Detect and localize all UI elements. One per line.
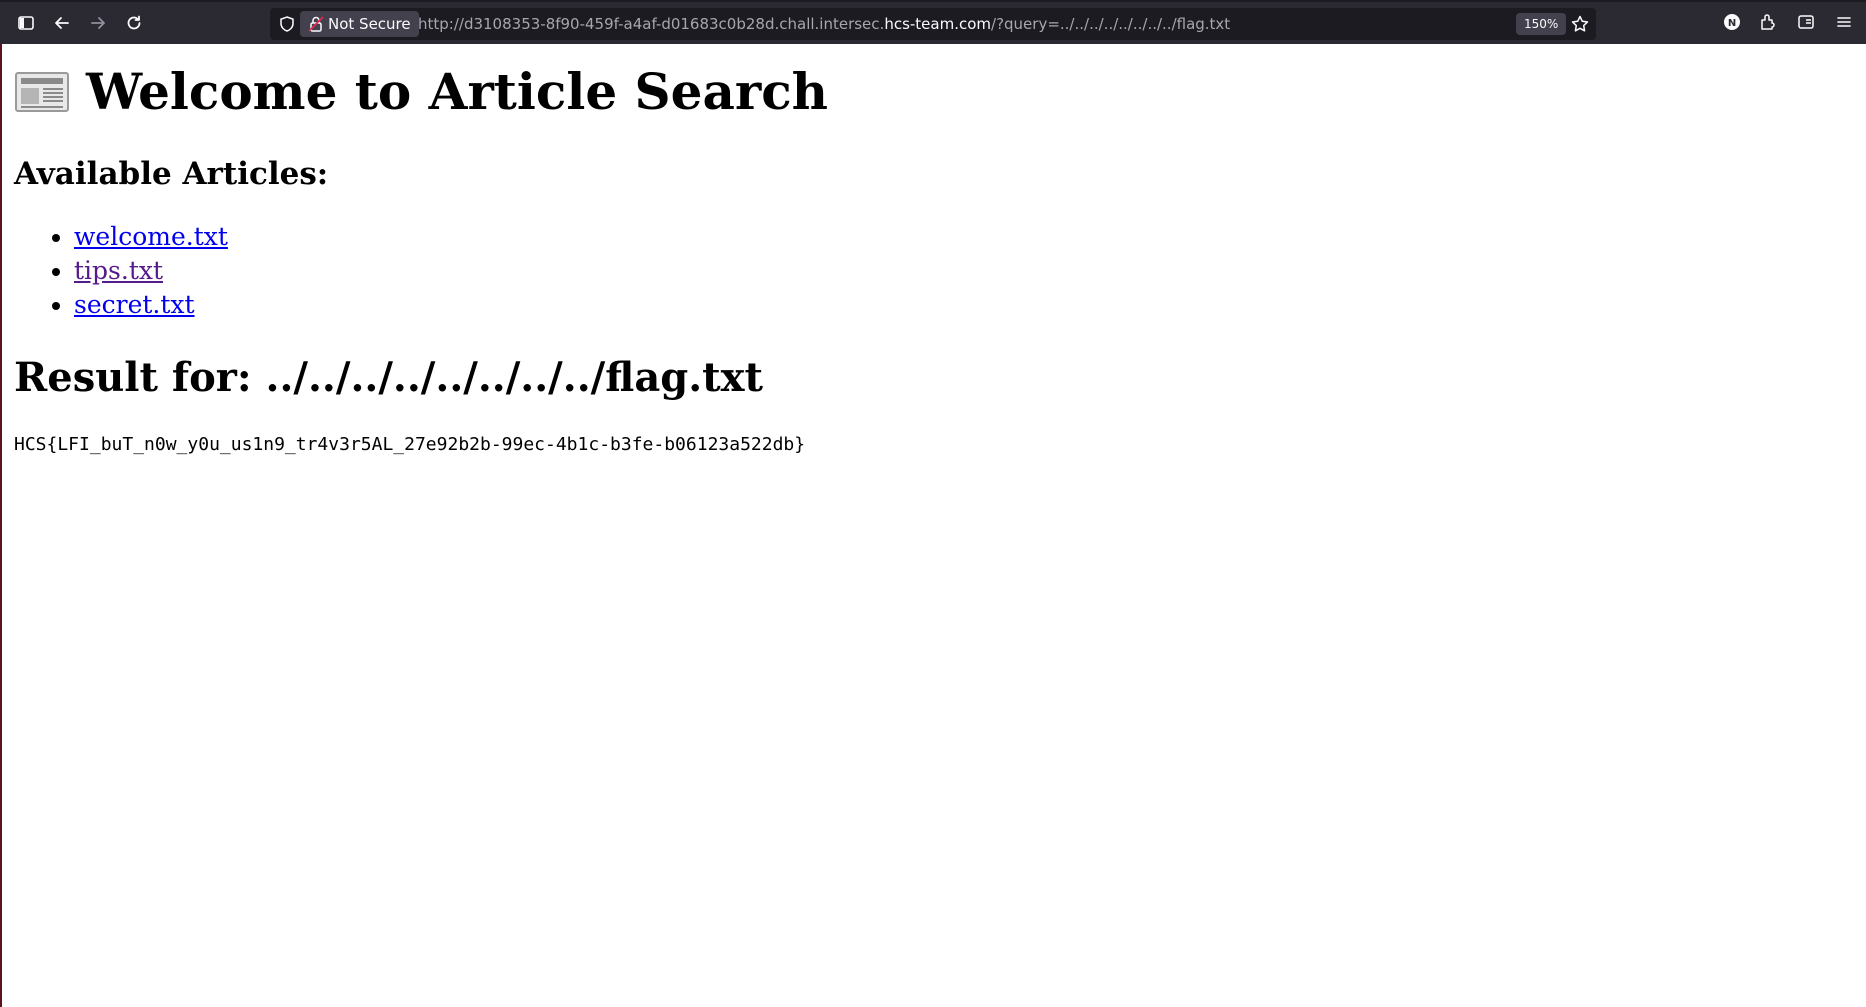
newspaper-icon [15,71,69,112]
url-bar[interactable]: Not Secure http://d3108353-8f90-459f-a4a… [270,8,1596,40]
menu-hamburger-icon[interactable] [1834,12,1854,32]
not-secure-badge[interactable]: Not Secure [300,11,419,37]
article-link-welcome[interactable]: welcome.txt [74,222,228,251]
not-secure-label: Not Secure [328,15,411,33]
list-item: tips.txt [74,254,228,288]
url-host: hcs-team.com [884,15,992,33]
result-heading: Result for: ../../../../../../../../flag… [14,354,763,401]
window-edge [0,44,2,1007]
insecure-lock-icon [308,16,324,32]
back-icon[interactable] [50,11,74,35]
profile-avatar-icon[interactable]: N [1722,12,1742,32]
sidebar-toggle-icon[interactable] [14,11,38,35]
reload-icon[interactable] [122,11,146,35]
url-suffix: /?query=../../../../../../../../flag.txt [991,15,1231,33]
profile-initial: N [1728,18,1736,29]
url-text[interactable]: http://d3108353-8f90-459f-a4af-d01683c0b… [418,15,1230,33]
articles-heading: Available Articles: [14,156,329,192]
extensions-icon[interactable] [1758,12,1778,32]
url-prefix: http://d3108353-8f90-459f-a4af-d01683c0b… [418,15,885,33]
bookmark-star-icon[interactable] [1570,14,1590,34]
articles-list: welcome.txt tips.txt secret.txt [14,220,228,322]
result-content: HCS{LFI_buT_n0w_y0u_us1n9_tr4v3r5AL_27e9… [14,434,806,455]
article-link-secret[interactable]: secret.txt [74,290,195,319]
browser-toolbar: Not Secure http://d3108353-8f90-459f-a4a… [0,0,1866,44]
article-link-tips[interactable]: tips.txt [74,256,163,285]
reader-view-icon[interactable] [1796,12,1816,32]
tracking-protection-shield-icon[interactable] [278,15,296,33]
page-title: Welcome to Article Search [14,62,828,121]
page-title-text: Welcome to Article Search [86,62,828,121]
zoom-indicator[interactable]: 150% [1516,13,1567,35]
forward-icon[interactable] [86,11,110,35]
list-item: secret.txt [74,288,228,322]
list-item: welcome.txt [74,220,228,254]
